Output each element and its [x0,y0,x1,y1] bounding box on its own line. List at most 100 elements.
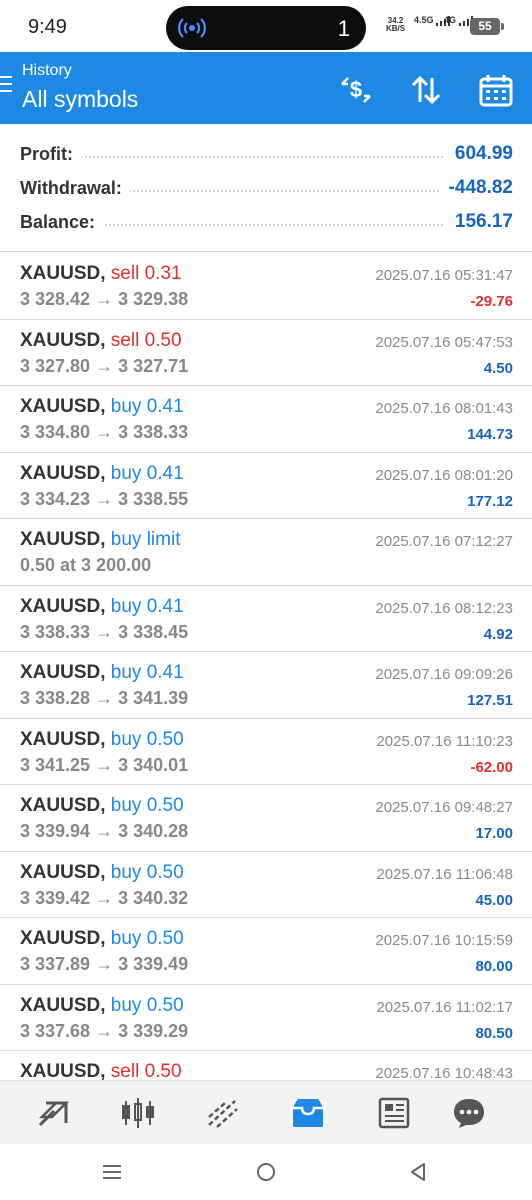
system-navigation [0,1144,532,1200]
balance-value: 156.17 [446,211,513,233]
symbol-name: XAUUSD, [20,994,106,1016]
trade-row[interactable]: XAUUSD, buy 0.41 3 338.33 → 3 338.45 2025.… [0,586,532,652]
history-summary: Profit: 604.99 Withdrawal: -448.82 Balan… [0,124,532,252]
trade-row[interactable]: XAUUSD, buy 0.50 3 341.25 → 3 340.01 2025.… [0,719,532,785]
symbol-name: XAUUSD, [20,728,106,750]
svg-text:$: $ [350,77,362,102]
trade-symbol: XAUUSD, buy 0.41 [20,463,184,485]
status-bar: 9:49 1 34.2 KB/S 4.5G 4G 55 [0,0,532,52]
trade-side: sell 0.50 [110,329,182,351]
trade-symbol: XAUUSD, buy 0.50 [20,862,184,884]
trade-prices: 3 327.80 → 3 327.71 [20,355,189,376]
trade-prices: 3 338.28 → 3 341.39 [20,688,189,708]
trade-row[interactable]: XAUUSD, buy 0.50 3 339.94 → 3 340.28 2025.… [0,785,532,852]
profit-row: Profit: 604.99 [20,140,513,168]
symbol-name: XAUUSD, [20,928,106,949]
trade-row[interactable]: XAUUSD, buy 0.41 3 334.80 → 3 338.33 2025.… [0,386,532,453]
symbol-name: XAUUSD, [20,662,106,683]
trade-icon[interactable] [205,1095,241,1131]
trade-date: 2025.07.16 08:12:23 [375,599,513,617]
trade-row[interactable]: XAUUSD, sell 0.50 2025.07.16 10:48:43 [0,1051,532,1080]
trade-side: buy 0.50 [110,728,184,750]
trade-profit: 177.12 [467,492,513,510]
withdrawal-row: Withdrawal: -448.82 [20,174,513,202]
menu-icon[interactable] [0,76,14,94]
trade-prices: 3 328.42 → 3 329.38 [20,289,189,309]
header-subtitle: History [22,62,72,79]
news-icon[interactable] [376,1095,412,1131]
trade-date: 2025.07.16 11:06:48 [376,865,513,883]
trade-history-list[interactable]: XAUUSD, sell 0.31 3 328.42 → 3 329.38 2025… [0,253,532,1080]
trade-prices: 0.50 at 3 200.00 [20,555,152,575]
calendar-icon[interactable] [478,72,514,108]
trade-row[interactable]: XAUUSD, buy 0.41 3 338.28 → 3 341.39 2025.… [0,652,532,719]
trade-profit: 4.50 [483,359,513,377]
symbol-name: XAUUSD, [20,1061,106,1080]
trade-side: buy 0.41 [110,595,184,617]
trade-row[interactable]: XAUUSD, sell 0.50 3 327.80 → 3 327.71 2025… [0,320,532,386]
trade-date: 2025.07.16 11:10:23 [376,732,513,750]
trade-profit: 4.92 [483,625,513,643]
withdrawal-value: -448.82 [440,177,513,199]
trade-symbol: XAUUSD, buy 0.41 [20,396,184,418]
quotes-icon[interactable] [36,1095,72,1131]
symbol-name: XAUUSD, [20,795,106,816]
symbol-name: XAUUSD, [20,329,106,351]
trade-symbol: XAUUSD, buy limit [20,529,180,551]
symbol-name: XAUUSD, [20,529,106,550]
chart-icon[interactable] [120,1095,156,1131]
trade-prices: 3 338.33 → 3 338.45 [20,621,189,642]
trade-prices: 3 339.94 → 3 340.28 [20,821,189,841]
trade-prices: 3 339.42 → 3 340.32 [20,887,189,908]
trade-row[interactable]: XAUUSD, buy 0.50 3 339.42 → 3 340.32 2025.… [0,852,532,918]
trade-symbol: XAUUSD, buy 0.50 [20,928,184,950]
trade-side: sell 0.31 [110,263,182,284]
notification-count: 1 [337,16,350,41]
trade-side: buy 0.41 [110,462,184,484]
trade-row[interactable]: XAUUSD, buy limit 0.50 at 3 200.00 2025.07… [0,519,532,586]
page-title[interactable]: All symbols [22,86,138,113]
trade-prices: 3 337.68 → 3 339.29 [20,1020,189,1041]
balance-row: Balance: 156.17 [20,208,513,236]
trade-date: 2025.07.16 07:12:27 [375,533,513,550]
symbol-name: XAUUSD, [20,396,106,417]
back-icon[interactable] [406,1160,430,1184]
hotspot-icon [178,18,206,38]
trade-symbol: XAUUSD, buy 0.50 [20,995,184,1017]
profit-label: Profit: [20,144,81,165]
sort-icon[interactable] [408,72,444,108]
history-icon[interactable] [290,1095,326,1131]
trade-prices: 3 334.23 → 3 338.55 [20,488,189,509]
trade-row[interactable]: XAUUSD, buy 0.50 3 337.68 → 3 339.29 2025.… [0,985,532,1051]
trade-row[interactable]: XAUUSD, buy 0.41 3 334.23 → 3 338.55 2025.… [0,453,532,519]
trade-side: buy 0.50 [110,928,184,949]
balance-label: Balance: [20,212,104,233]
bottom-navigation [0,1080,532,1144]
trade-profit: 127.51 [467,692,513,709]
dollar-swap-icon[interactable]: $ [338,72,374,108]
recent-apps-icon[interactable] [100,1160,124,1184]
trade-date: 2025.07.16 05:47:53 [375,333,513,351]
trade-prices: 3 337.89 → 3 339.49 [20,954,189,974]
trade-profit: 144.73 [467,426,513,443]
profit-value: 604.99 [446,143,513,165]
chat-icon[interactable] [451,1095,487,1131]
trade-side: buy limit [110,529,181,550]
net-speed: 34.2 KB/S [386,16,406,33]
trade-row[interactable]: XAUUSD, sell 0.31 3 328.42 → 3 329.38 2025… [0,253,532,320]
status-time: 9:49 [28,16,67,38]
trade-row[interactable]: XAUUSD, buy 0.50 3 337.89 → 3 339.49 2025.… [0,918,532,985]
trade-side: buy 0.50 [110,861,184,883]
home-icon[interactable] [254,1160,278,1184]
app-header: History All symbols $ [0,52,532,124]
trade-date: 2025.07.16 08:01:43 [375,400,513,417]
symbol-name: XAUUSD, [20,462,106,484]
trade-profit: -29.76 [470,293,513,310]
trade-date: 2025.07.16 09:48:27 [375,799,513,816]
notification-pill[interactable]: 1 [166,6,366,50]
trade-date: 2025.07.16 10:15:59 [375,932,513,949]
trade-date: 2025.07.16 10:48:43 [375,1065,513,1080]
trade-profit: 80.00 [475,958,513,975]
trade-symbol: XAUUSD, sell 0.50 [20,330,182,352]
symbol-name: XAUUSD, [20,861,106,883]
